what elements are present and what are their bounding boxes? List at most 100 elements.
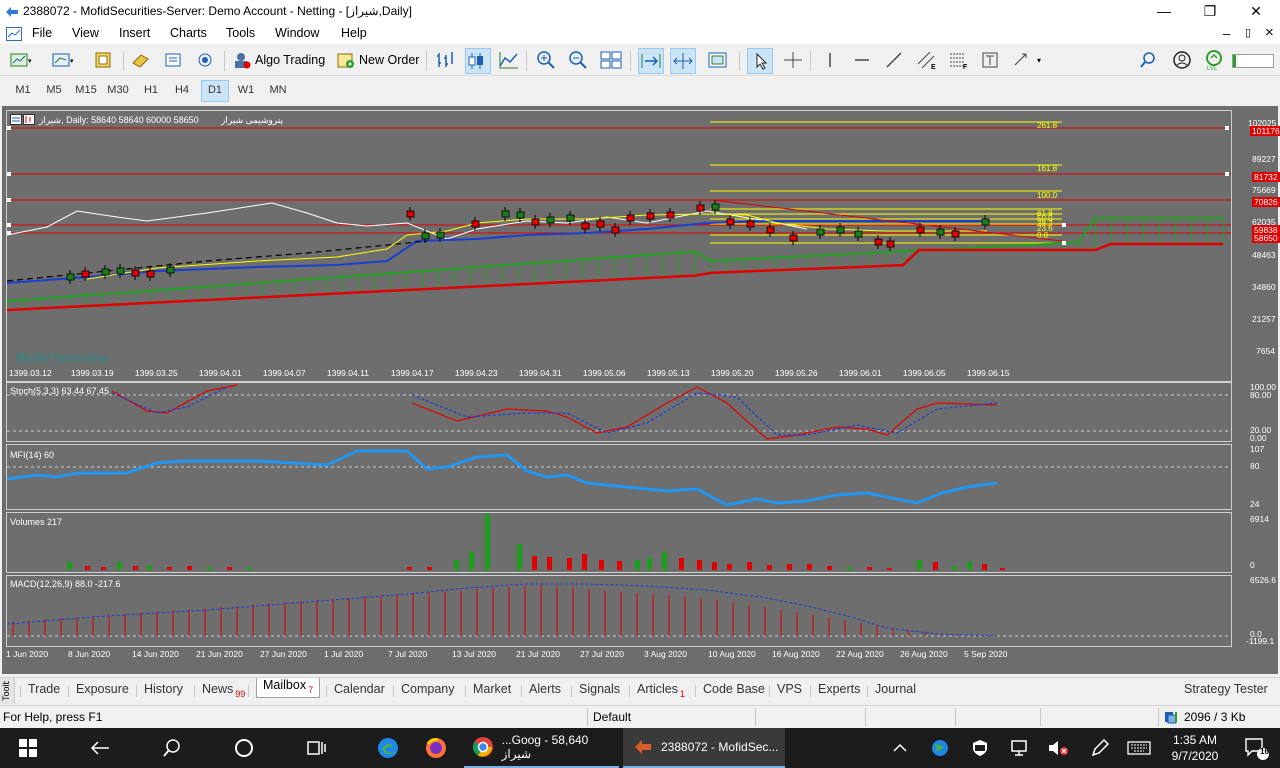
tab-alerts[interactable]: Alerts xyxy=(529,682,561,696)
market-watch-button[interactable] xyxy=(94,48,114,72)
tile-windows-button[interactable] xyxy=(600,48,622,72)
vertical-line-button[interactable] xyxy=(820,48,840,72)
chart-window[interactable]: شیراز, Daily: 58640 58640 60000 58650 پت… xyxy=(2,106,1280,674)
zoom-out-button[interactable] xyxy=(568,48,588,72)
algo-trading-button[interactable]: Algo Trading xyxy=(232,48,325,72)
tf-w1[interactable]: W1 xyxy=(232,80,260,100)
chart-shift-button[interactable] xyxy=(670,48,696,74)
minimize-button[interactable]: — xyxy=(1141,0,1187,24)
child-restore-button[interactable]: ▯ xyxy=(1245,26,1251,39)
tf-mn[interactable]: MN xyxy=(264,80,292,100)
connection-icon[interactable] xyxy=(1164,710,1180,724)
macd-chart[interactable] xyxy=(7,576,1231,646)
volume-control[interactable] xyxy=(1046,728,1070,768)
crosshair-button[interactable] xyxy=(782,48,804,72)
touch-keyboard[interactable] xyxy=(1124,728,1154,768)
strategy-tester-button[interactable]: Strategy Tester xyxy=(1184,682,1268,696)
tab-trade[interactable]: Trade xyxy=(28,682,60,696)
search-taskbar-button[interactable] xyxy=(150,728,194,768)
maximize-button[interactable]: ❐ xyxy=(1187,0,1233,24)
tray-app-security[interactable] xyxy=(968,728,992,768)
tab-exposure[interactable]: Exposure xyxy=(76,682,129,696)
menu-help[interactable]: Help xyxy=(341,26,367,40)
firefox-app[interactable] xyxy=(414,728,458,768)
search-button[interactable] xyxy=(1138,48,1158,72)
start-button[interactable] xyxy=(0,728,56,768)
price-scale[interactable]: 102025 89227 75669 62035 48463 34860 212… xyxy=(1234,110,1280,382)
tf-m1[interactable]: M1 xyxy=(9,80,37,100)
tf-d1[interactable]: D1 xyxy=(201,80,229,102)
pen-workspace[interactable] xyxy=(1088,728,1112,768)
tray-app-globe[interactable] xyxy=(928,728,952,768)
tab-mailbox[interactable]: Mailbox 7 xyxy=(256,678,321,698)
tab-news[interactable]: News 99 xyxy=(202,682,245,699)
line-chart-button[interactable] xyxy=(498,48,520,72)
data-window-button[interactable] xyxy=(131,48,151,72)
tab-signals[interactable]: Signals xyxy=(579,682,620,696)
volumes-chart[interactable] xyxy=(7,513,1231,572)
tab-articles[interactable]: Articles 1 xyxy=(637,682,685,699)
child-minimize-button[interactable]: – xyxy=(1223,26,1230,41)
navigator-button[interactable] xyxy=(164,48,184,72)
stochastic-pane[interactable]: Stoch(5,3,3) 63.44 67.45 xyxy=(6,382,1232,442)
chrome-taskbar-item[interactable]: ...Goog - 58,640 شیراز xyxy=(464,728,619,768)
macd-pane[interactable]: MACD(12,26,9) 88.0 -217.6 xyxy=(6,575,1232,647)
task-view-button[interactable] xyxy=(294,728,338,768)
tf-m30[interactable]: M30 xyxy=(104,80,132,100)
volumes-pane[interactable]: Volumes 217 xyxy=(6,512,1232,573)
menu-view[interactable]: View xyxy=(72,26,99,40)
tf-h1[interactable]: H1 xyxy=(137,80,165,100)
menu-file[interactable]: File xyxy=(32,26,52,40)
toolbox-handle[interactable]: Toolbox xyxy=(0,678,15,704)
price-pane[interactable]: شیراز, Daily: 58640 58640 60000 58650 پت… xyxy=(6,110,1232,382)
chart-properties-icon[interactable] xyxy=(10,114,36,126)
mfi-pane[interactable]: MFI(14) 60 xyxy=(6,444,1232,510)
templates-button[interactable] xyxy=(707,48,729,72)
candlestick-button[interactable] xyxy=(465,48,491,74)
menu-tools[interactable]: Tools xyxy=(226,26,255,40)
bar-chart-button[interactable] xyxy=(434,48,456,72)
fibonacci-button[interactable]: F xyxy=(948,48,970,72)
tf-m5[interactable]: M5 xyxy=(40,80,68,100)
menu-charts[interactable]: Charts xyxy=(170,26,207,40)
profiles-button[interactable]: ▾ xyxy=(52,48,74,72)
child-close-button[interactable]: × xyxy=(1265,24,1274,41)
show-hidden-icons[interactable] xyxy=(886,728,914,768)
close-button[interactable]: ✕ xyxy=(1233,0,1279,24)
mt5-taskbar-item[interactable]: 2388072 - MofidSec... xyxy=(623,728,785,768)
zoom-in-button[interactable] xyxy=(536,48,556,72)
tf-m15[interactable]: M15 xyxy=(72,80,100,100)
tab-history[interactable]: History xyxy=(144,682,183,696)
new-chart-button[interactable]: ▾ xyxy=(10,48,32,72)
cursor-tool-button[interactable] xyxy=(747,48,773,74)
menu-insert[interactable]: Insert xyxy=(119,26,150,40)
account-button[interactable] xyxy=(1172,48,1192,72)
tab-market[interactable]: Market xyxy=(473,682,511,696)
action-center-button[interactable]: 16 xyxy=(1236,728,1276,768)
tab-experts[interactable]: Experts xyxy=(818,682,860,696)
trendline-button[interactable] xyxy=(884,48,904,72)
level-button[interactable]: LVL xyxy=(1202,48,1226,72)
back-button[interactable] xyxy=(78,728,122,768)
stochastic-chart[interactable] xyxy=(7,383,1231,441)
arrows-button[interactable]: ▾ xyxy=(1012,48,1046,72)
price-chart[interactable] xyxy=(7,111,1231,381)
mfi-chart[interactable] xyxy=(7,445,1231,509)
tab-code-base[interactable]: Code Base xyxy=(703,682,765,696)
menu-window[interactable]: Window xyxy=(275,26,319,40)
chart-window-icon[interactable] xyxy=(6,27,22,41)
tab-calendar[interactable]: Calendar xyxy=(334,682,385,696)
equidistant-channel-button[interactable]: E xyxy=(916,48,938,72)
horizontal-line-button[interactable] xyxy=(852,48,872,72)
auto-scroll-button[interactable] xyxy=(638,48,664,74)
clock[interactable]: 1:35 AM 9/7/2020 xyxy=(1160,732,1230,764)
new-order-button[interactable]: New Order xyxy=(336,48,419,72)
tab-company[interactable]: Company xyxy=(401,682,455,696)
network-status[interactable] xyxy=(1008,728,1032,768)
tf-h4[interactable]: H4 xyxy=(168,80,196,100)
signals-button[interactable] xyxy=(195,48,215,72)
text-tool-button[interactable] xyxy=(980,48,1000,72)
tab-journal[interactable]: Journal xyxy=(875,682,916,696)
tab-vps[interactable]: VPS xyxy=(777,682,802,696)
edge-app[interactable] xyxy=(366,728,410,768)
